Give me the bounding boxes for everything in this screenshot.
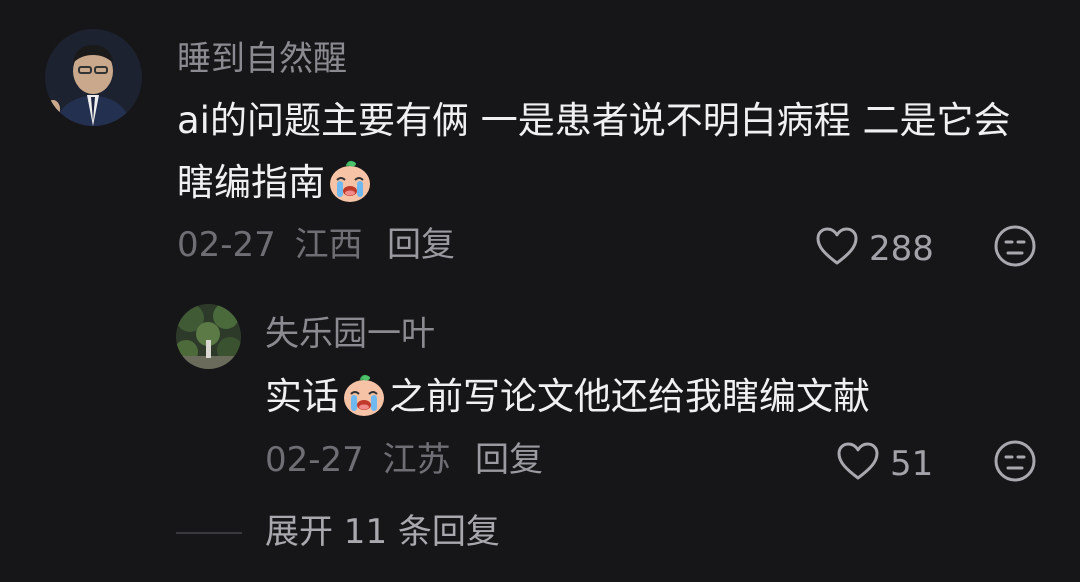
- commenter-avatar[interactable]: [45, 29, 142, 126]
- reply-text-before: 实话: [265, 375, 339, 418]
- reply-date: 02-27: [265, 440, 364, 480]
- comment-meta: 02-27 江西: [177, 228, 363, 262]
- comment-location: 江西: [294, 225, 363, 265]
- crying-face-emoji: [327, 158, 373, 204]
- unamused-face-icon: [993, 440, 1037, 487]
- crying-face-emoji: [341, 372, 387, 418]
- comment-reply-button[interactable]: 回复: [387, 228, 455, 262]
- heart-outline-icon: [836, 441, 880, 487]
- comment-text-line-2: 瞎编指南: [177, 152, 1057, 214]
- reply-like-button[interactable]: 51: [836, 441, 933, 487]
- comment-text-line-2-text: 瞎编指南: [177, 161, 325, 204]
- comment-like-button[interactable]: 288: [815, 226, 934, 272]
- commenter-username[interactable]: 睡到自然醒: [177, 42, 347, 76]
- like-count: 51: [890, 444, 934, 484]
- unamused-face-icon: [993, 225, 1037, 272]
- expand-replies-button[interactable]: 展开 11 条回复: [265, 515, 500, 549]
- reply-meta: 02-27 江苏: [265, 443, 451, 477]
- comment-date: 02-27: [177, 225, 276, 265]
- reply-reply-button[interactable]: 回复: [475, 443, 543, 477]
- reply-location: 江苏: [382, 440, 451, 480]
- reply-text: 实话 之前写论文他还给我瞎编文献: [265, 366, 1055, 428]
- reply-username[interactable]: 失乐园一叶: [265, 317, 435, 351]
- comment-dislike-button[interactable]: [993, 224, 1037, 272]
- heart-outline-icon: [815, 226, 859, 272]
- like-count: 288: [869, 229, 934, 269]
- comment-text-line-1: ai的问题主要有俩 一是患者说不明白病程 二是它会: [177, 99, 1011, 142]
- reply-dislike-button[interactable]: [993, 439, 1037, 487]
- expand-divider: [176, 532, 242, 534]
- comment-text: ai的问题主要有俩 一是患者说不明白病程 二是它会 瞎编指南: [177, 90, 1057, 214]
- reply-avatar[interactable]: [176, 304, 241, 369]
- reply-text-after: 之前写论文他还给我瞎编文献: [389, 375, 870, 418]
